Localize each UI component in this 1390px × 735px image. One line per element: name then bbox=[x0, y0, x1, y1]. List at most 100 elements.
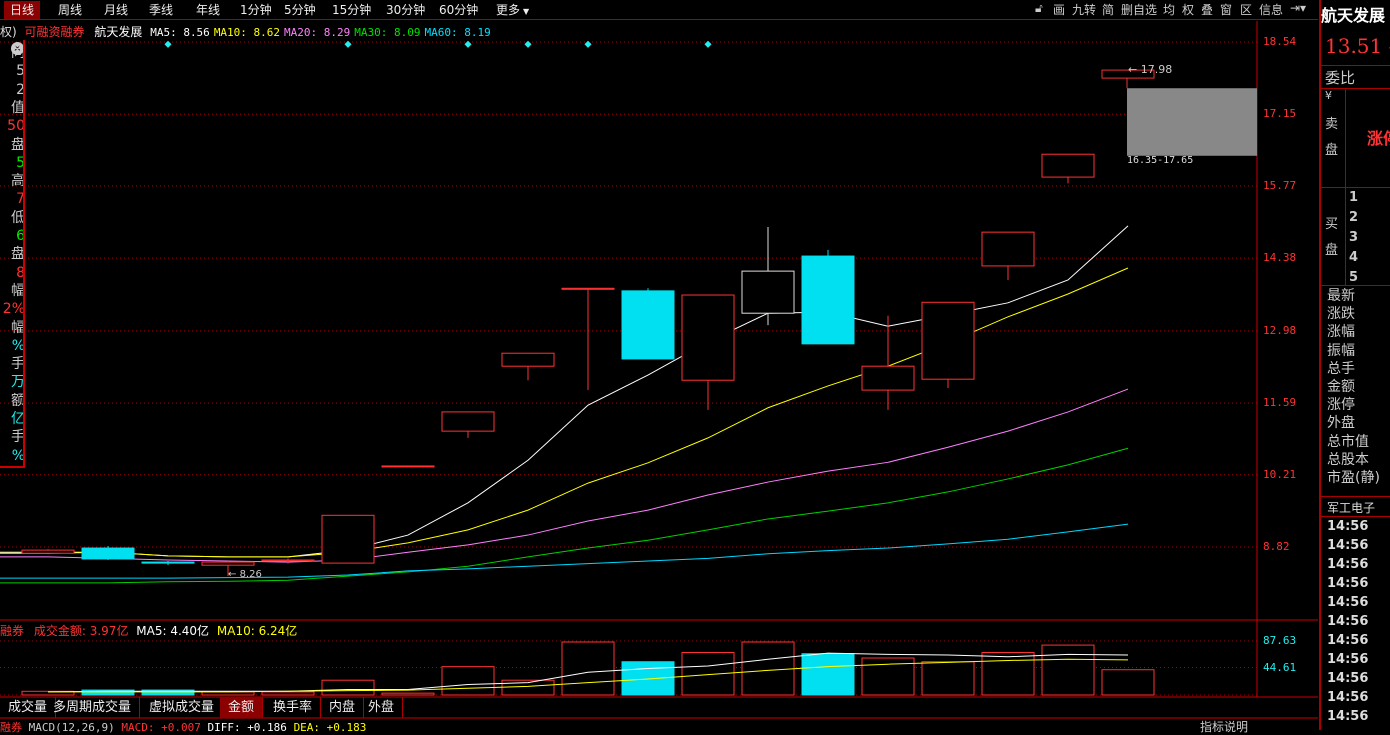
volume-bar[interactable] bbox=[921, 661, 975, 696]
macd-header: 融券 MACD(12,26,9) MACD: +0.007 DIFF: +0.1… bbox=[0, 719, 366, 735]
sector-label[interactable]: 军工电子 bbox=[1327, 499, 1375, 516]
buy-level: 3 bbox=[1349, 230, 1359, 245]
indicator-tab[interactable]: 虚拟成交量 bbox=[141, 697, 224, 718]
volume-ma5: MA5: 4.40亿 bbox=[136, 624, 210, 638]
quote-field: 值 bbox=[11, 99, 25, 116]
last-price: 13.51 - bbox=[1325, 34, 1390, 58]
quote-field-label: 金额 bbox=[1327, 379, 1355, 395]
candle-body[interactable] bbox=[981, 231, 1035, 267]
ma-line-ma5 bbox=[0, 225, 1129, 558]
quote-field: 手 bbox=[11, 356, 25, 373]
quote-field-label: 总手 bbox=[1327, 360, 1355, 377]
ma-label: MA5: 8.56 bbox=[150, 26, 210, 39]
price-tick-label: 15.77 bbox=[1263, 178, 1297, 192]
quote-field: 幅 bbox=[11, 282, 25, 299]
signal-marker bbox=[584, 40, 592, 48]
signal-marker bbox=[524, 40, 532, 48]
tick-time: 14:56 bbox=[1327, 614, 1369, 629]
chart-header: 权) 可融资融券 航天发展 MA5: 8.56 MA10: 8.62 MA20: 8… bbox=[0, 23, 491, 40]
candle-body[interactable] bbox=[261, 559, 315, 562]
quote-field-label: 最新 bbox=[1327, 288, 1355, 304]
quote-field: 7 bbox=[16, 191, 25, 208]
candle-body[interactable] bbox=[501, 352, 555, 367]
quote-field: 5 bbox=[16, 63, 25, 80]
ma-label: MA30: 8.09 bbox=[354, 26, 421, 39]
quote-field: 亿 bbox=[11, 411, 25, 427]
volume-bar[interactable] bbox=[801, 653, 855, 696]
indicator-tab[interactable]: 换手率 bbox=[265, 697, 322, 718]
quote-panel: 航天发展 13.51 - 委比 ¥ 卖盘 涨停 买盘 1 2 3 4 5 最新涨跌涨幅振… bbox=[1319, 0, 1390, 730]
candle-body[interactable] bbox=[21, 549, 75, 554]
volume-tick-label: 87.63 bbox=[1263, 634, 1297, 647]
kline-chart[interactable] bbox=[0, 0, 1318, 730]
currency-symbol: ¥ bbox=[1325, 89, 1332, 102]
quote-field: 高 bbox=[11, 173, 25, 190]
quote-field: 2 bbox=[16, 81, 25, 98]
high-price-label: ← 17.98 bbox=[1128, 63, 1173, 77]
quote-field: 同 bbox=[11, 45, 25, 61]
quote-field: 幅 bbox=[11, 319, 25, 336]
indicator-tab[interactable]: 多周期成交量 bbox=[45, 697, 141, 718]
volume-label: 成交金额: bbox=[33, 624, 86, 638]
candle-body[interactable] bbox=[201, 561, 255, 566]
buy-level: 2 bbox=[1349, 210, 1359, 225]
candle-body[interactable] bbox=[681, 294, 735, 381]
buy-level: 4 bbox=[1349, 250, 1359, 265]
candle-body[interactable] bbox=[1041, 153, 1095, 178]
volume-bar[interactable] bbox=[741, 641, 795, 696]
margin-tag: 可融资融券 bbox=[24, 25, 85, 39]
candle-body[interactable] bbox=[801, 255, 855, 345]
quote-field: 5 bbox=[16, 154, 25, 171]
candle-body[interactable] bbox=[81, 547, 135, 560]
price-tick-label: 18.54 bbox=[1263, 35, 1297, 48]
volume-bar[interactable] bbox=[981, 651, 1035, 696]
volume-bar[interactable] bbox=[441, 666, 495, 696]
macd-prefix: 融券 bbox=[0, 721, 22, 734]
tick-time: 14:56 bbox=[1327, 633, 1369, 648]
indicator-tab[interactable]: 外盘 bbox=[360, 697, 404, 718]
quote-field: 2% bbox=[2, 301, 25, 318]
candle-body[interactable] bbox=[381, 465, 435, 468]
candle-body[interactable] bbox=[141, 561, 195, 564]
candle-body[interactable] bbox=[621, 290, 675, 360]
candle-body[interactable] bbox=[741, 270, 795, 314]
volume-bar[interactable] bbox=[261, 691, 315, 696]
quote-field-label: 总市值 bbox=[1327, 433, 1369, 450]
volume-bar[interactable] bbox=[321, 679, 375, 696]
candle-body[interactable] bbox=[321, 514, 375, 564]
quote-side-panel: × 同 5 2 值 50 盘 5 高 7 低 6 盘 8 幅 2% 幅% 手万额亿手% bbox=[0, 40, 25, 468]
price-tick-label: 14.38 bbox=[1263, 251, 1297, 265]
price-tick-label: 17.15 bbox=[1263, 107, 1297, 121]
indicator-tab[interactable]: 金额 bbox=[220, 697, 264, 718]
volume-tick-label: 44.61 bbox=[1263, 660, 1297, 674]
indicator-help-link[interactable]: 指标说明 bbox=[1200, 718, 1248, 735]
quote-field: % bbox=[11, 337, 25, 354]
candle-body[interactable] bbox=[921, 301, 975, 380]
volume-bar[interactable] bbox=[561, 641, 615, 696]
quote-field: 盘 bbox=[11, 136, 25, 153]
quote-stock-name: 航天发展 bbox=[1321, 6, 1386, 25]
quote-field-label: 涨停 bbox=[1327, 397, 1355, 414]
candle-body[interactable] bbox=[861, 365, 915, 391]
signal-marker bbox=[464, 40, 472, 48]
volume-bar[interactable] bbox=[381, 692, 435, 696]
volume-bar[interactable] bbox=[1041, 644, 1095, 696]
volume-bar[interactable] bbox=[1101, 669, 1155, 696]
stock-name: 航天发展 bbox=[94, 25, 143, 39]
candle-body[interactable] bbox=[441, 411, 495, 432]
ma-line-ma20 bbox=[0, 388, 1129, 563]
quote-field: 手 bbox=[11, 429, 25, 446]
sell-label: 卖盘 bbox=[1325, 117, 1339, 158]
indicator-tab[interactable]: 内盘 bbox=[321, 697, 365, 718]
quote-field: 万 bbox=[11, 374, 25, 391]
diff-value: DIFF: +0.186 bbox=[207, 721, 287, 734]
quote-field-label: 总股本 bbox=[1327, 451, 1369, 468]
quote-field: 低 bbox=[11, 209, 25, 226]
volume-bar[interactable] bbox=[621, 661, 675, 696]
quote-field-label: 振幅 bbox=[1327, 342, 1355, 359]
candle-body[interactable] bbox=[561, 287, 615, 290]
volume-prefix: 融券 bbox=[0, 624, 25, 638]
quote-field: 额 bbox=[11, 392, 25, 409]
volume-ma10: MA10: 6.24亿 bbox=[216, 624, 298, 638]
signal-marker bbox=[704, 40, 712, 48]
